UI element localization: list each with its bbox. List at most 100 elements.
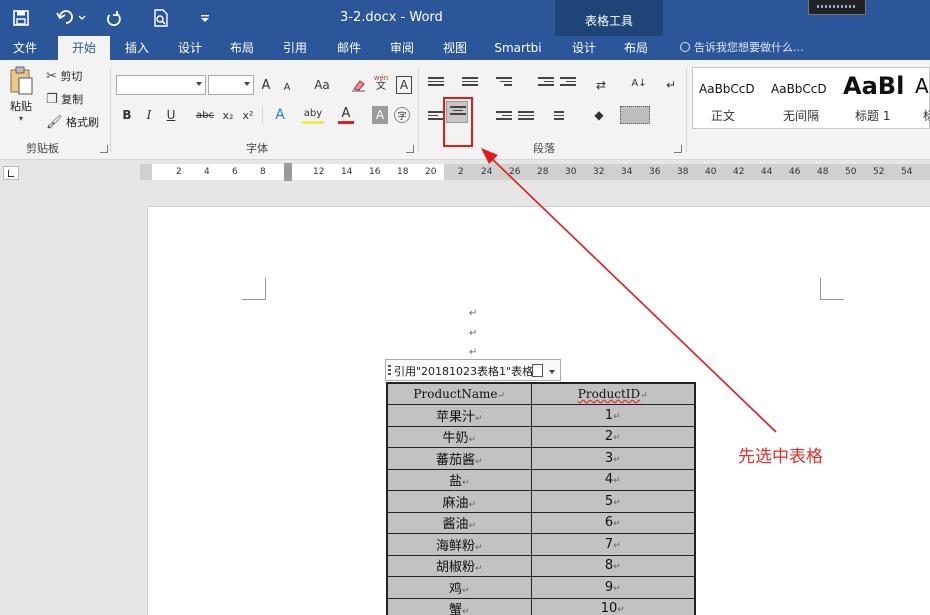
column-marker[interactable] [284, 163, 292, 181]
table-cell[interactable]: 酱油↵ [386, 511, 532, 534]
grow-font-button[interactable]: A [258, 76, 274, 94]
phonetic-guide-button[interactable]: wén 文 [372, 74, 390, 92]
table-cell[interactable]: 3↵ [530, 447, 696, 470]
undo-icon[interactable] [54, 8, 88, 28]
tab-home[interactable]: 开始 [58, 36, 110, 60]
character-shading-button[interactable]: A [372, 106, 388, 124]
style-nospacing-sample[interactable]: AaBbCcD [771, 82, 827, 96]
underline-button[interactable]: U [164, 106, 178, 124]
tab-smartbi[interactable]: Smartbi [488, 36, 548, 60]
window-control[interactable] [808, 0, 866, 15]
table-cell[interactable]: 5↵ [530, 490, 696, 513]
highlight-box [443, 97, 473, 147]
print-preview-icon[interactable] [150, 8, 172, 28]
strikethrough-button[interactable]: abc [194, 106, 216, 124]
superscript-button[interactable]: x² [240, 106, 256, 124]
table-cell[interactable]: 苹果汁↵ [386, 404, 532, 427]
tell-me-search[interactable]: 告诉我您想要做什么... [680, 36, 804, 60]
paste-button[interactable]: 粘贴 ▾ [6, 66, 36, 130]
bullets-icon[interactable] [428, 77, 444, 91]
format-painter-button[interactable]: 🖌 格式刷 [46, 114, 99, 130]
italic-button[interactable]: I [142, 106, 156, 124]
tab-selector[interactable] [3, 166, 19, 180]
tab-table-design[interactable]: 设计 [562, 36, 606, 60]
highlight-button[interactable]: aby [302, 106, 324, 124]
line-spacing-icon[interactable] [548, 111, 564, 125]
text-effects-button[interactable]: A [272, 106, 288, 124]
paragraph-launcher[interactable] [674, 145, 682, 153]
shrink-font-button[interactable]: A [280, 78, 294, 96]
table-cell[interactable]: 蟹↵ [386, 597, 532, 615]
styles-gallery[interactable]: AaBbCcD 正文 AaBbCcD 无间隔 AaBl 标题 1 A 标 [692, 67, 930, 129]
table-cell[interactable]: 7↵ [530, 533, 696, 556]
table-cell[interactable]: 4↵ [530, 468, 696, 491]
tab-design[interactable]: 设计 [167, 36, 213, 60]
font-launcher[interactable] [406, 145, 414, 153]
table-header-cell[interactable]: ProductName↵ [386, 382, 532, 405]
tab-view[interactable]: 视图 [432, 36, 478, 60]
font-name-select[interactable] [116, 75, 206, 95]
table-cell[interactable]: 6↵ [530, 511, 696, 534]
sort-button[interactable]: A↓ [630, 74, 648, 92]
tab-table-layout[interactable]: 布局 [614, 36, 658, 60]
table-cell[interactable]: 2↵ [530, 425, 696, 448]
table-cell[interactable]: 9↵ [530, 576, 696, 599]
style-normal-sample[interactable]: AaBbCcD [699, 82, 755, 96]
redo-icon[interactable] [102, 8, 124, 28]
change-case-button[interactable]: Aa [308, 76, 336, 94]
shading-icon[interactable]: ◆ [588, 106, 610, 124]
table-cell[interactable]: 胡椒粉↵ [386, 554, 532, 577]
tab-layout[interactable]: 布局 [219, 36, 265, 60]
increase-indent-icon[interactable] [560, 77, 576, 91]
tab-review[interactable]: 审阅 [379, 36, 425, 60]
enclose-characters-button[interactable]: 字 [394, 107, 410, 123]
font-color-button[interactable]: A [338, 106, 354, 124]
multilevel-list-icon[interactable] [496, 77, 512, 91]
table-cell[interactable]: 10↵ [530, 597, 696, 615]
table-tag-label: 引用"20181023表格1"表格 [394, 365, 534, 378]
cell-mark: ↵ [461, 478, 470, 489]
cell-value: 9 [604, 579, 614, 595]
character-border-button[interactable]: A [396, 76, 412, 94]
table-cell[interactable]: 8↵ [530, 554, 696, 577]
table-cell[interactable]: 海鲜粉↵ [386, 533, 532, 556]
text-direction-icon[interactable]: ⇄ [590, 76, 612, 94]
clear-format-icon[interactable] [350, 76, 368, 94]
scissors-icon: ✂ [46, 68, 57, 84]
decrease-indent-icon[interactable] [538, 77, 554, 91]
tab-mailings[interactable]: 邮件 [326, 36, 372, 60]
align-left-icon[interactable] [428, 111, 444, 125]
chevron-down-icon[interactable] [549, 370, 555, 374]
table-cell[interactable]: 1↵ [530, 404, 696, 427]
show-marks-icon[interactable]: ↵ [664, 76, 678, 94]
table-cell[interactable]: 鸡↵ [386, 576, 532, 599]
bold-button[interactable]: B [120, 106, 134, 124]
tell-me-text: 告诉我您想要做什么... [694, 41, 804, 54]
table-cell[interactable]: 蕃茄酱↵ [386, 447, 532, 470]
justify-icon[interactable] [518, 111, 534, 125]
align-right-icon[interactable] [496, 111, 512, 125]
tab-file[interactable]: 文件 [0, 36, 50, 60]
borders-icon[interactable] [620, 106, 650, 124]
style-heading1-sample[interactable]: AaBl [843, 72, 904, 100]
numbering-icon[interactable] [462, 77, 478, 91]
tab-references[interactable]: 引用 [272, 36, 318, 60]
copy-button[interactable]: ❐ 复制 [46, 91, 83, 107]
table-cell[interactable]: 牛奶↵ [386, 425, 532, 448]
style-heading2-sample[interactable]: A [915, 74, 929, 98]
save-icon[interactable] [10, 8, 32, 28]
cut-button[interactable]: ✂ 剪切 [46, 68, 82, 84]
clipboard-launcher[interactable] [100, 145, 108, 153]
cell-mark: ↵ [468, 499, 477, 510]
table-content-control-tag[interactable]: 引用"20181023表格1"表格 [385, 359, 561, 381]
drag-handle-icon[interactable] [388, 365, 391, 377]
table-cell[interactable]: 麻油↵ [386, 490, 532, 513]
font-size-select[interactable] [208, 75, 254, 95]
table-options-icon[interactable] [532, 364, 543, 377]
subscript-button[interactable]: x₂ [220, 106, 236, 124]
data-table[interactable]: ProductName↵ ProductID↵ 苹果汁↵ 1↵ 牛奶↵ 2↵ 蕃… [386, 382, 696, 615]
tab-insert[interactable]: 插入 [114, 36, 160, 60]
table-cell[interactable]: 盐↵ [386, 468, 532, 491]
customize-icon[interactable] [198, 8, 212, 28]
table-header-cell[interactable]: ProductID↵ [530, 382, 696, 405]
